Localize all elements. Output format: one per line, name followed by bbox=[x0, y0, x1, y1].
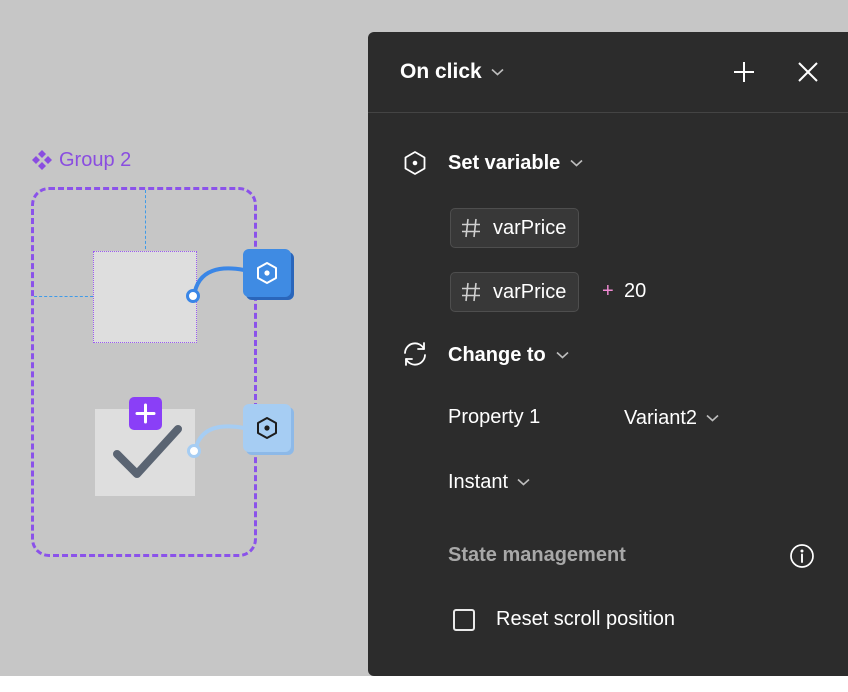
close-icon bbox=[798, 62, 818, 82]
reset-scroll-label[interactable]: Reset scroll position bbox=[496, 608, 675, 631]
group-name: Group 2 bbox=[59, 148, 132, 171]
interaction-trigger[interactable] bbox=[243, 404, 291, 452]
trigger-dropdown[interactable]: On click bbox=[400, 56, 504, 88]
chevron-down-icon bbox=[570, 159, 583, 167]
interaction-hexagon-icon bbox=[257, 262, 277, 284]
close-button[interactable] bbox=[793, 57, 823, 87]
interaction-hexagon-icon bbox=[257, 417, 277, 439]
canvas-bottom-edge bbox=[0, 676, 848, 692]
state-management-title: State management bbox=[448, 544, 626, 566]
expression-operator[interactable]: + bbox=[602, 280, 614, 303]
number-variable-icon bbox=[459, 216, 483, 240]
number-variable-icon bbox=[459, 280, 483, 304]
animation-dropdown[interactable]: Instant bbox=[448, 468, 530, 496]
selected-rectangle[interactable] bbox=[93, 251, 197, 343]
set-variable-title: Set variable bbox=[448, 151, 561, 174]
group-frame[interactable] bbox=[31, 187, 257, 557]
interaction-trigger-active[interactable] bbox=[243, 249, 291, 297]
expression-operand[interactable]: 20 bbox=[624, 280, 646, 303]
group-label[interactable]: Group 2 bbox=[31, 147, 131, 173]
chevron-down-icon bbox=[491, 68, 504, 76]
connection-handle-active[interactable] bbox=[186, 289, 200, 303]
property-value-dropdown[interactable]: Variant2 bbox=[624, 404, 719, 432]
property-label: Property 1 bbox=[448, 406, 541, 428]
cycle-arrows-icon bbox=[404, 342, 426, 366]
connection-handle[interactable] bbox=[187, 444, 201, 458]
change-to-title: Change to bbox=[448, 343, 546, 366]
value-variable-name: varPrice bbox=[493, 280, 567, 303]
property-value: Variant2 bbox=[624, 406, 698, 429]
add-action-button[interactable] bbox=[729, 57, 759, 87]
vertical-spacing-guide bbox=[145, 190, 146, 249]
chevron-down-icon bbox=[517, 478, 530, 486]
change-to-dropdown[interactable]: Change to bbox=[448, 341, 569, 369]
trigger-label: On click bbox=[400, 60, 482, 83]
set-variable-dropdown[interactable]: Set variable bbox=[448, 149, 583, 177]
chevron-down-icon bbox=[556, 351, 569, 359]
info-icon[interactable] bbox=[789, 543, 815, 569]
reset-scroll-checkbox[interactable] bbox=[453, 609, 475, 631]
plus-icon bbox=[734, 62, 754, 82]
target-variable-pill[interactable]: varPrice bbox=[450, 208, 580, 248]
animation-value: Instant bbox=[448, 470, 509, 493]
interaction-panel: On click Set variable varPrice varPrice … bbox=[368, 32, 848, 676]
hexagon-variable-icon bbox=[404, 151, 426, 175]
horizontal-spacing-guide bbox=[34, 296, 93, 297]
chevron-down-icon bbox=[706, 414, 719, 422]
component-diamond-icon bbox=[31, 149, 53, 171]
plus-icon[interactable] bbox=[129, 397, 162, 430]
value-variable-pill[interactable]: varPrice bbox=[450, 272, 580, 312]
panel-header: On click bbox=[368, 32, 848, 113]
target-variable-name: varPrice bbox=[493, 216, 567, 239]
